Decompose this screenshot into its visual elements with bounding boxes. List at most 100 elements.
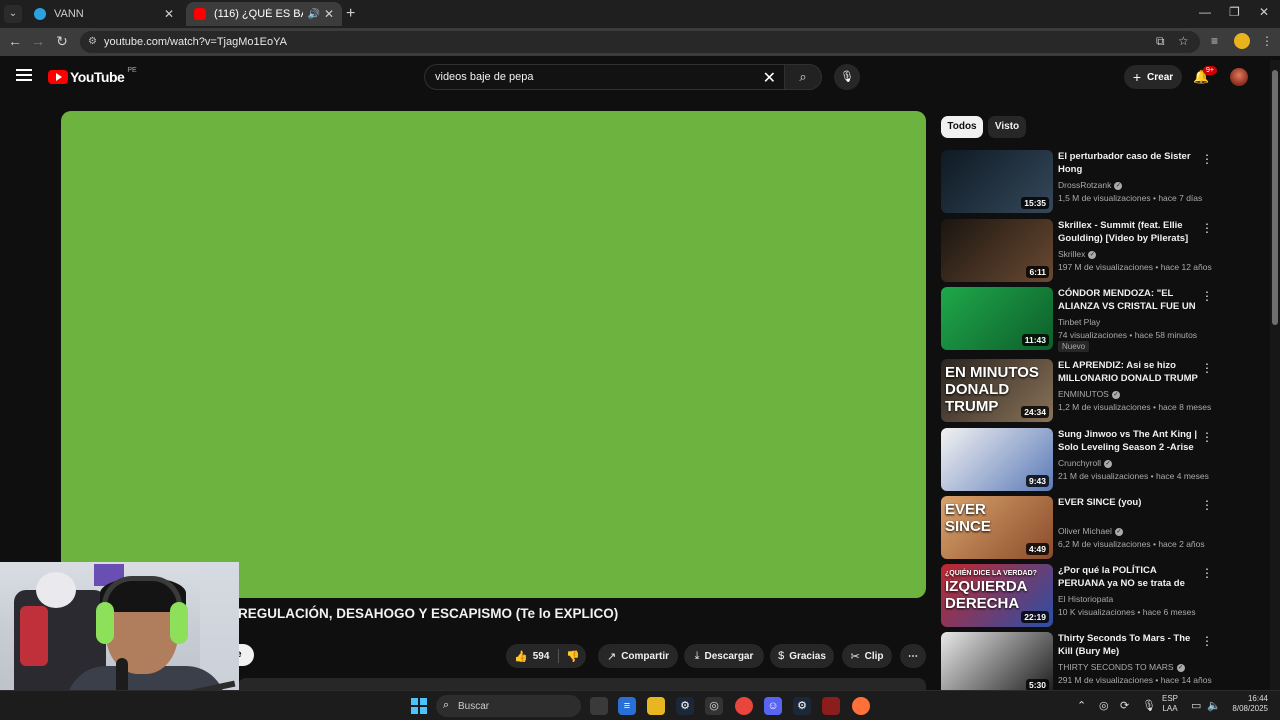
recommendation-card[interactable]: 5:30 Thirty Seconds To Mars - The Kill (B… (941, 632, 1221, 696)
taskbar-search[interactable]: ⌕ Buscar (436, 695, 581, 717)
chip-visto[interactable]: Visto (988, 116, 1026, 138)
channel-name[interactable]: El Historiopata (1058, 594, 1113, 604)
video-player[interactable] (61, 111, 926, 598)
scrollbar-thumb[interactable] (1272, 70, 1278, 325)
recommendation-card[interactable]: 11:43 CÓNDOR MENDOZA: "EL ALIANZA VS CRIS… (941, 287, 1221, 352)
tab-youtube[interactable]: (116) ¿QUÉ ES BAJAR PEPA? 🔊 ✕ (186, 2, 342, 26)
tray-mic-icon[interactable]: 🎙 (1142, 699, 1156, 712)
channel-name[interactable]: Tinbet Play (1058, 317, 1100, 327)
windows-start-icon[interactable] (411, 698, 427, 714)
bookmark-star-icon[interactable]: ☆ (1178, 34, 1189, 48)
channel-name[interactable]: Oliver Michael ✓ (1058, 526, 1123, 536)
video-thumbnail[interactable]: 11:43 (941, 287, 1053, 350)
video-thumbnail[interactable]: 15:35 (941, 150, 1053, 213)
tray-app-icon[interactable]: ◎ (1099, 699, 1109, 712)
recommendation-card[interactable]: 6:11 Skrillex - Summit (feat. Ellie Gould… (941, 219, 1221, 283)
more-options-icon[interactable]: ⋮ (1201, 430, 1213, 444)
network-icon[interactable]: ▭ (1191, 699, 1201, 712)
address-bar[interactable]: ⚙ youtube.com/watch?v=TjagMo1EoYA (80, 31, 1200, 53)
description-box[interactable] (238, 678, 926, 690)
hamburger-menu-icon[interactable] (16, 69, 32, 81)
reload-icon[interactable]: ↻ (53, 33, 71, 50)
minimize-icon[interactable]: — (1199, 5, 1211, 19)
account-avatar[interactable] (1230, 68, 1248, 86)
close-tab-icon[interactable]: ✕ (164, 7, 174, 21)
recommendation-title[interactable]: Sung Jinwoo vs The Ant King | Solo Level… (1058, 428, 1200, 454)
tab-vann[interactable]: VANN ✕ (26, 2, 182, 26)
chip-todos[interactable]: Todos (941, 116, 983, 138)
recommendation-title[interactable]: El perturbador caso de Sister Hong (1058, 150, 1200, 176)
tab-search-icon[interactable]: ⌄ (4, 5, 22, 23)
more-options-icon[interactable]: ⋮ (1201, 221, 1213, 235)
tray-sync-icon[interactable]: ⟳ (1120, 699, 1129, 712)
video-thumbnail[interactable]: 6:11 (941, 219, 1053, 282)
dislike-button[interactable]: 👎 (566, 644, 580, 668)
like-button[interactable]: 👍 594 (514, 644, 549, 668)
more-options-icon[interactable]: ⋮ (1201, 634, 1213, 648)
steam-icon[interactable]: ⚙ (676, 697, 694, 715)
video-thumbnail[interactable]: EVER SINCE 4:49 (941, 496, 1053, 559)
channel-name[interactable]: DrossRotzank ✓ (1058, 180, 1123, 190)
task-view-icon[interactable] (590, 697, 608, 715)
more-options-icon[interactable]: ⋮ (1201, 498, 1213, 512)
profile-avatar-icon[interactable] (1234, 33, 1250, 49)
steam-alt-icon[interactable]: ⚙ (793, 697, 811, 715)
tray-overflow-chevron-icon[interactable]: ⌃ (1077, 699, 1086, 712)
close-tab-icon[interactable]: ✕ (324, 7, 334, 21)
search-input[interactable]: videos baje de pepa ✕ (424, 64, 785, 90)
github-desktop-icon[interactable]: ◎ (705, 697, 723, 715)
video-thumbnail[interactable]: EN MINUTOS DONALD TRUMP 24:34 (941, 359, 1053, 422)
forward-arrow-icon[interactable]: → (29, 33, 47, 49)
restore-icon[interactable]: ❐ (1229, 5, 1240, 19)
volume-icon[interactable]: 🔈 (1207, 699, 1221, 712)
discord-icon[interactable]: ☺ (764, 697, 782, 715)
recommendation-card[interactable]: EN MINUTOS DONALD TRUMP 24:34 EL APRENDIZ: A… (941, 359, 1221, 423)
file-explorer-icon[interactable] (647, 697, 665, 715)
recommendation-title[interactable]: Skrillex - Summit (feat. Ellie Goulding)… (1058, 219, 1200, 245)
recommendation-card[interactable]: 15:35 El perturbador caso de Sister Hong D… (941, 150, 1221, 214)
video-thumbnail[interactable]: 9:43 (941, 428, 1053, 491)
youtube-logo[interactable]: YouTube PE (48, 67, 137, 85)
back-arrow-icon[interactable]: ← (6, 33, 24, 49)
clear-search-icon[interactable]: ✕ (763, 68, 776, 88)
more-options-icon[interactable]: ⋮ (1201, 152, 1213, 166)
recommendation-title[interactable]: ¿Por qué la POLÍTICA PERUANA ya NO se tr… (1058, 564, 1200, 590)
media-controls-icon[interactable]: ≡ (1211, 34, 1218, 48)
recommendation-title[interactable]: EVER SINCE (you) (1058, 496, 1200, 509)
speaker-icon[interactable]: 🔊 (307, 9, 319, 20)
channel-name[interactable]: Skrillex ✓ (1058, 249, 1097, 259)
video-thumbnail[interactable]: 5:30 (941, 632, 1053, 695)
install-app-icon[interactable]: ⧉ (1156, 34, 1165, 49)
notepad-icon[interactable]: ≡ (618, 697, 636, 715)
recommendation-title[interactable]: EL APRENDIZ: Asi se hizo MILLONARIO DONA… (1058, 359, 1200, 385)
winrar-icon[interactable] (822, 697, 840, 715)
chrome-icon[interactable] (735, 697, 753, 715)
recommendation-card[interactable]: EVER SINCE 4:49 EVER SINCE (you) Oliver Mich… (941, 496, 1221, 560)
search-button[interactable]: ⌕ (784, 64, 822, 90)
recommendation-card[interactable]: 9:43 Sung Jinwoo vs The Ant King | Solo L… (941, 428, 1221, 492)
more-options-icon[interactable]: ⋮ (1201, 289, 1213, 303)
thanks-button[interactable]: $ Gracias (770, 644, 834, 668)
video-thumbnail[interactable]: ¿QUIÉN DICE LA VERDAD? IZQUIERDA DERECHA 22… (941, 564, 1053, 627)
firefox-icon[interactable] (852, 697, 870, 715)
recommendation-title[interactable]: Thirty Seconds To Mars - The Kill (Bury … (1058, 632, 1200, 658)
more-options-icon[interactable]: ⋮ (1201, 361, 1213, 375)
recommendation-title[interactable]: CÓNDOR MENDOZA: "EL ALIANZA VS CRISTAL F… (1058, 287, 1200, 313)
site-info-icon[interactable]: ⚙ (88, 36, 97, 47)
channel-name[interactable]: ENMINUTOS ✓ (1058, 389, 1120, 399)
page-scrollbar[interactable] (1270, 60, 1280, 690)
clip-button[interactable]: ✂ Clip (842, 644, 892, 668)
voice-search-mic-icon[interactable]: 🎙 (834, 64, 860, 90)
download-button[interactable]: ⤓ Descargar (684, 644, 764, 668)
channel-name[interactable]: Crunchyroll ✓ (1058, 458, 1112, 468)
input-language[interactable]: ESP LAA (1162, 694, 1178, 714)
share-button[interactable]: ↗ Compartir (598, 644, 678, 668)
system-clock[interactable]: 16:44 8/08/2025 (1226, 694, 1268, 714)
channel-name[interactable]: THIRTY SECONDS TO MARS ✓ (1058, 662, 1185, 672)
create-button[interactable]: + Crear (1124, 65, 1182, 89)
chrome-menu-icon[interactable]: ⋮ (1261, 34, 1273, 48)
new-tab-plus-icon[interactable]: + (346, 5, 355, 23)
recommendation-card[interactable]: ¿QUIÉN DICE LA VERDAD? IZQUIERDA DERECHA 22… (941, 564, 1221, 628)
more-actions-button[interactable]: ⋯ (900, 644, 926, 668)
close-window-icon[interactable]: ✕ (1259, 5, 1269, 19)
